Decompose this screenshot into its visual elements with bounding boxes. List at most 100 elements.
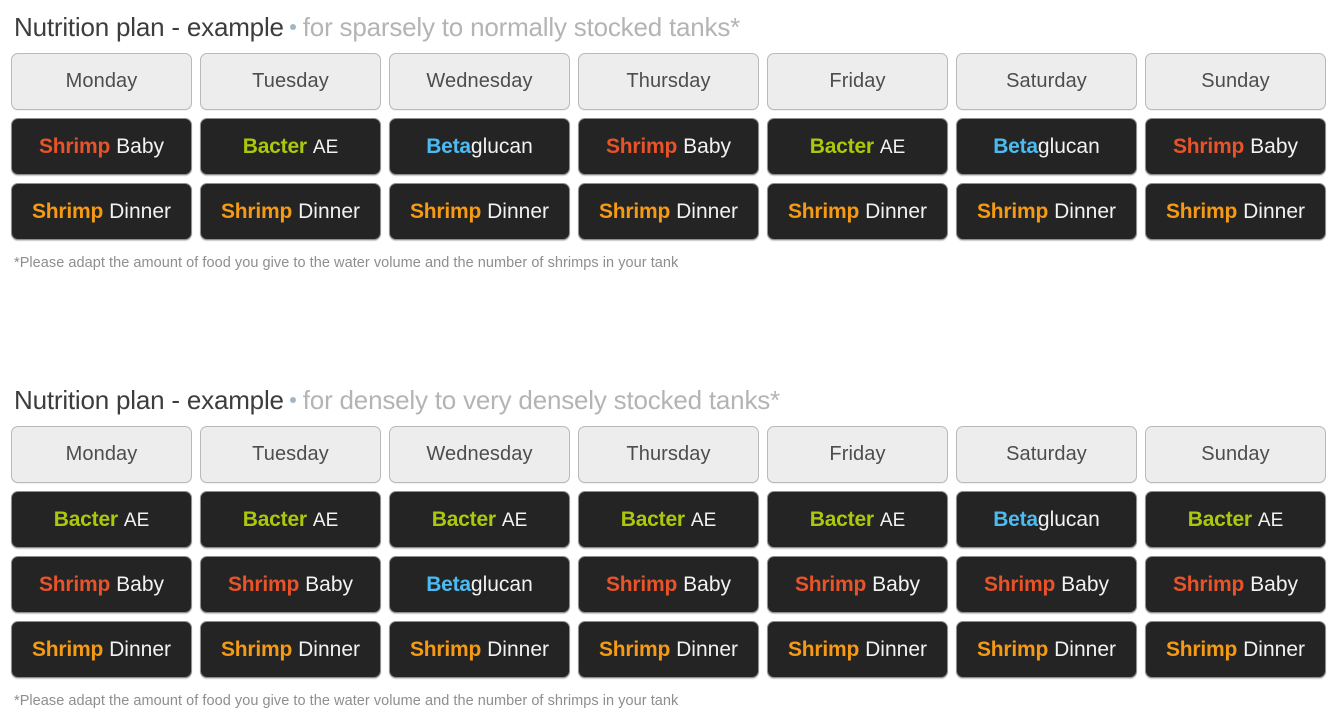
food-cell-shrimp-dinner: Shrimp Dinner — [1145, 183, 1326, 240]
product-variant: glucan — [470, 135, 533, 158]
product-brand: Shrimp — [38, 573, 111, 596]
product-variant: glucan — [470, 573, 533, 596]
food-cell-bacter-ae: Bacter AE — [1145, 491, 1326, 548]
product-brand: Shrimp — [31, 200, 104, 223]
product-label: Shrimp Baby — [795, 574, 920, 595]
product-variant: Dinner — [1243, 638, 1306, 661]
product-brand: Shrimp — [794, 573, 867, 596]
food-cell-shrimp-baby: Shrimp Baby — [11, 556, 192, 613]
product-brand: Beta — [993, 508, 1038, 531]
product-variant: Baby — [116, 573, 165, 596]
day-header-cell-saturday: Saturday — [956, 53, 1137, 110]
product-label: Shrimp Baby — [1173, 574, 1298, 595]
product-variant: Dinner — [676, 200, 739, 223]
product-variant: AE — [1257, 510, 1284, 531]
product-brand: Shrimp — [787, 638, 860, 661]
product-brand: Beta — [993, 135, 1038, 158]
product-variant: AE — [501, 510, 528, 531]
product-variant: Baby — [1250, 135, 1299, 158]
product-variant: AE — [312, 137, 339, 158]
product-label: Shrimp Dinner — [221, 639, 360, 660]
food-cell-betaglucan: Betaglucan — [389, 118, 570, 175]
nutrition-plan-section-1: Nutrition plan - example for sparsely to … — [0, 0, 1337, 271]
product-label: Shrimp Dinner — [788, 639, 927, 660]
product-label: Shrimp Dinner — [977, 201, 1116, 222]
bullet-separator-icon — [289, 397, 296, 404]
product-variant: Dinner — [109, 200, 172, 223]
product-brand: Shrimp — [1172, 573, 1245, 596]
product-label: Shrimp Dinner — [1166, 639, 1305, 660]
day-header-cell-tuesday: Tuesday — [200, 426, 381, 483]
meal-row: Shrimp Dinner Shrimp Dinner Shrimp Dinner Shri… — [11, 621, 1326, 678]
product-label: Shrimp Dinner — [221, 201, 360, 222]
product-brand: Shrimp — [220, 200, 293, 223]
product-brand: Bacter — [242, 135, 307, 158]
meal-row: Shrimp Dinner Shrimp Dinner Shrimp Dinner Shri… — [11, 183, 1326, 240]
food-cell-betaglucan: Betaglucan — [956, 491, 1137, 548]
food-cell-shrimp-baby: Shrimp Baby — [200, 556, 381, 613]
day-header-cell-sunday: Sunday — [1145, 53, 1326, 110]
meal-row: Shrimp Baby Shrimp Baby Betaglucan Shrimp Baby… — [11, 556, 1326, 613]
product-variant: AE — [879, 137, 906, 158]
product-brand: Bacter — [242, 508, 307, 531]
product-label: Shrimp Baby — [39, 574, 164, 595]
day-header-cell-sunday: Sunday — [1145, 426, 1326, 483]
product-variant: Baby — [305, 573, 354, 596]
plan-table-2: Monday Tuesday Wednesday Thursday Friday Satu… — [11, 426, 1326, 678]
product-brand: Shrimp — [1165, 638, 1238, 661]
product-label: Shrimp Baby — [984, 574, 1109, 595]
product-label: Shrimp Dinner — [410, 639, 549, 660]
food-cell-bacter-ae: Bacter AE — [200, 118, 381, 175]
product-brand: Shrimp — [227, 573, 300, 596]
product-label: Betaglucan — [426, 574, 533, 595]
product-label: Bacter AE — [810, 136, 906, 157]
product-variant: Baby — [872, 573, 921, 596]
product-brand: Shrimp — [38, 135, 111, 158]
product-brand: Beta — [426, 573, 471, 596]
product-variant: AE — [123, 510, 150, 531]
day-header-cell-thursday: Thursday — [578, 426, 759, 483]
day-header-cell-wednesday: Wednesday — [389, 53, 570, 110]
product-brand: Shrimp — [409, 200, 482, 223]
product-label: Betaglucan — [993, 136, 1100, 157]
product-brand: Shrimp — [1165, 200, 1238, 223]
product-label: Shrimp Dinner — [410, 201, 549, 222]
product-variant: Dinner — [487, 638, 550, 661]
product-variant: Dinner — [1054, 200, 1117, 223]
day-header-cell-thursday: Thursday — [578, 53, 759, 110]
plan-title-subtitle-2: for densely to very densely stocked tank… — [302, 385, 780, 415]
product-label: Shrimp Dinner — [977, 639, 1116, 660]
bullet-separator-icon — [289, 24, 296, 31]
day-header-cell-saturday: Saturday — [956, 426, 1137, 483]
day-header-row: Monday Tuesday Wednesday Thursday Friday Satu… — [11, 53, 1326, 110]
food-cell-shrimp-baby: Shrimp Baby — [1145, 118, 1326, 175]
page-title-2: Nutrition plan - example for densely to v… — [14, 383, 1326, 417]
product-variant: Dinner — [298, 200, 361, 223]
product-label: Shrimp Baby — [606, 136, 731, 157]
product-label: Betaglucan — [426, 136, 533, 157]
product-brand: Shrimp — [605, 135, 678, 158]
day-header-cell-tuesday: Tuesday — [200, 53, 381, 110]
product-variant: Baby — [1250, 573, 1299, 596]
product-variant: Baby — [683, 573, 732, 596]
product-label: Betaglucan — [993, 509, 1100, 530]
day-header-cell-friday: Friday — [767, 426, 948, 483]
product-label: Bacter AE — [432, 509, 528, 530]
product-variant: Baby — [1061, 573, 1110, 596]
product-variant: Dinner — [676, 638, 739, 661]
food-cell-shrimp-baby: Shrimp Baby — [578, 556, 759, 613]
product-variant: Dinner — [487, 200, 550, 223]
day-header-cell-friday: Friday — [767, 53, 948, 110]
food-cell-shrimp-baby: Shrimp Baby — [767, 556, 948, 613]
product-brand: Shrimp — [598, 638, 671, 661]
footnote-2: *Please adapt the amount of food you giv… — [14, 693, 679, 709]
product-label: Bacter AE — [243, 509, 339, 530]
plan-table-1: Monday Tuesday Wednesday Thursday Friday Satu… — [11, 53, 1326, 240]
plan-title-main-1: Nutrition plan - example — [14, 12, 284, 42]
food-cell-shrimp-baby: Shrimp Baby — [578, 118, 759, 175]
product-brand: Shrimp — [220, 638, 293, 661]
product-brand: Shrimp — [983, 573, 1056, 596]
food-cell-shrimp-dinner: Shrimp Dinner — [578, 183, 759, 240]
meal-row: Shrimp Baby Bacter AE Betaglucan Shrimp Baby Ba… — [11, 118, 1326, 175]
product-brand: Shrimp — [598, 200, 671, 223]
